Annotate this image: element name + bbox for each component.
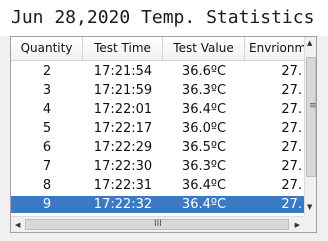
- test-time-cell: 17:22:31: [93, 178, 153, 193]
- quantity-cell: 3: [42, 83, 52, 98]
- quantity-cell: 2: [42, 64, 52, 79]
- test-time-cell: 17:22:29: [93, 140, 153, 155]
- environment-cell: 27.: [281, 121, 302, 136]
- column-header-test-value[interactable]: Test Value: [163, 37, 245, 60]
- quantity-cell: 8: [42, 178, 52, 193]
- quantity-cell: 9: [42, 197, 52, 212]
- test-value-cell: 36.4ºC: [181, 102, 227, 117]
- test-value-cell: 36.4ºC: [181, 178, 227, 193]
- scrollbar-corner: [304, 216, 316, 232]
- column-header-test-time[interactable]: Test Time: [83, 37, 163, 60]
- grip-icon: ≡: [309, 101, 317, 111]
- table-body: 2 17:21:54 36.6ºC 27. 3 17:21:59 36.3ºC …: [11, 61, 304, 216]
- page-title: Jun 28,2020 Temp. Statistics: [0, 0, 328, 36]
- scroll-down-arrow-icon[interactable]: ▼: [307, 204, 312, 211]
- quantity-cell: 5: [42, 121, 52, 136]
- environment-cell: 27.: [281, 83, 302, 98]
- test-value-cell: 36.3ºC: [181, 83, 227, 98]
- test-value-cell: 36.0ºC: [181, 121, 227, 136]
- scroll-left-arrow-icon[interactable]: ◀: [15, 222, 20, 229]
- test-time-cell: 17:22:01: [93, 102, 153, 117]
- test-time-cell: 17:21:59: [93, 83, 153, 98]
- horizontal-scrollbar[interactable]: ◀ III ▶: [11, 216, 304, 232]
- table-row[interactable]: 4 17:22:01 36.4ºC 27.: [11, 101, 304, 118]
- column-header-quantity[interactable]: Quantity: [11, 37, 83, 60]
- test-time-cell: 17:21:54: [93, 64, 153, 79]
- column-header-environment[interactable]: Envrionme: [245, 37, 304, 60]
- test-value-cell: 36.3ºC: [181, 159, 227, 174]
- table-row-selected[interactable]: 9 17:22:32 36.4ºC 27.: [11, 196, 304, 213]
- table-row[interactable]: 8 17:22:31 36.4ºC 27.: [11, 177, 304, 194]
- scroll-up-arrow-icon[interactable]: ▲: [307, 40, 312, 47]
- table-row[interactable]: 5 17:22:17 36.0ºC 27.: [11, 120, 304, 137]
- table-row[interactable]: 3 17:21:59 36.3ºC 27.: [11, 82, 304, 99]
- quantity-cell: 7: [42, 159, 52, 174]
- test-time-cell: 17:22:32: [93, 197, 153, 212]
- test-value-cell: 36.5ºC: [181, 140, 227, 155]
- environment-cell: 27.: [281, 140, 302, 155]
- grip-icon: III: [154, 219, 162, 229]
- environment-cell: 27.: [281, 64, 302, 79]
- test-time-cell: 17:22:30: [93, 159, 153, 174]
- table-row[interactable]: 6 17:22:29 36.5ºC 27.: [11, 139, 304, 156]
- table-row[interactable]: 2 17:21:54 36.6ºC 27.: [11, 63, 304, 80]
- test-value-cell: 36.6ºC: [181, 64, 227, 79]
- table-row[interactable]: 7 17:22:30 36.3ºC 27.: [11, 158, 304, 175]
- quantity-cell: 6: [42, 140, 52, 155]
- test-value-cell: 36.4ºC: [181, 197, 227, 212]
- horizontal-scroll-thumb[interactable]: III: [25, 219, 289, 230]
- environment-cell: 27.: [281, 159, 302, 174]
- scroll-right-arrow-icon[interactable]: ▶: [295, 222, 300, 229]
- vertical-scroll-thumb[interactable]: ≡: [306, 57, 316, 177]
- vertical-scrollbar[interactable]: ▲ ≡ ▼: [304, 37, 316, 216]
- test-time-cell: 17:22:17: [93, 121, 153, 136]
- environment-cell: 27.: [281, 178, 302, 193]
- quantity-cell: 4: [42, 102, 52, 117]
- statistics-table[interactable]: Quantity Test Time Test Value Envrionme …: [10, 36, 317, 233]
- table-header: Quantity Test Time Test Value Envrionme: [11, 37, 304, 61]
- environment-cell: 27.: [281, 102, 302, 117]
- environment-cell: 27.: [281, 197, 302, 212]
